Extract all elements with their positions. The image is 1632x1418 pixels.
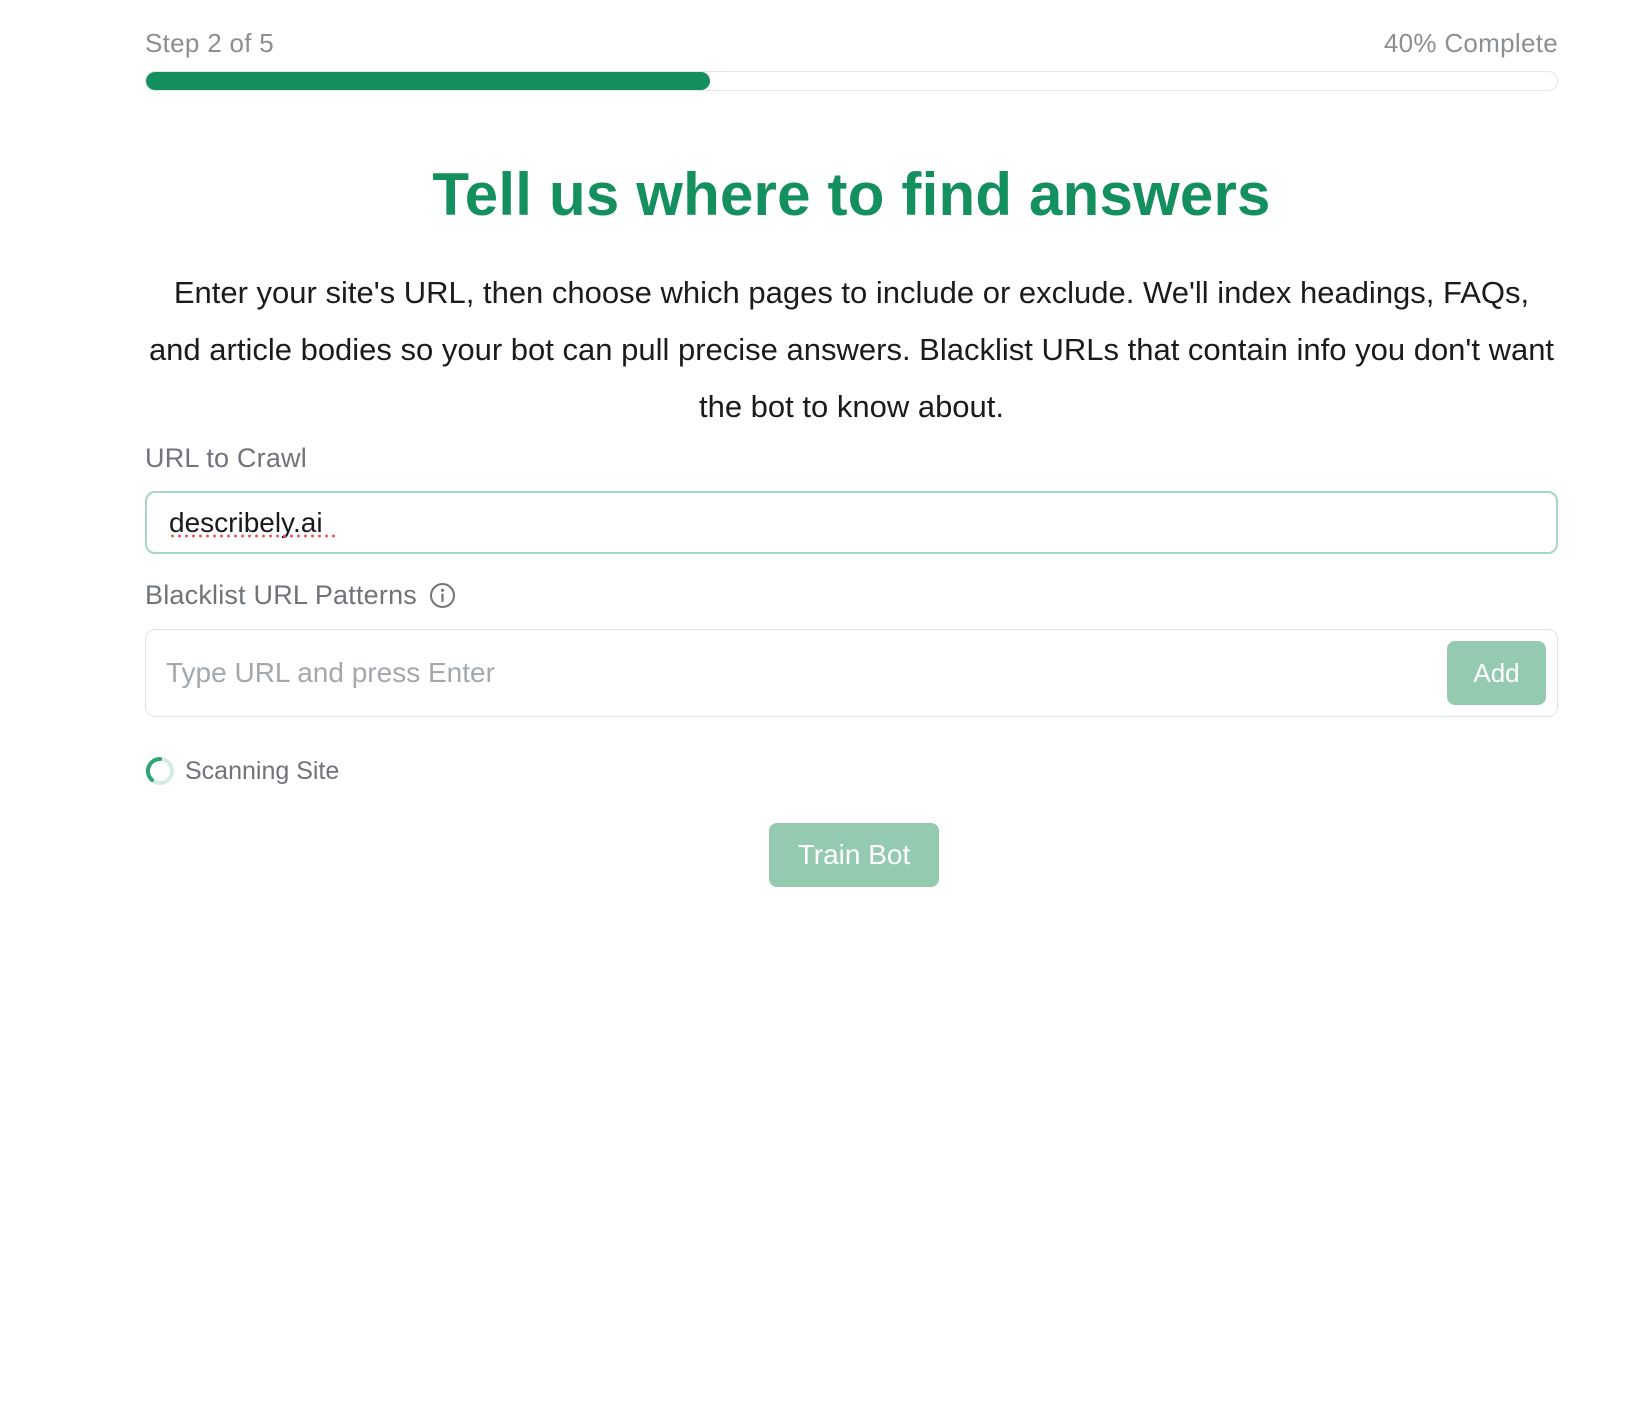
progress-meta: Step 2 of 5 40% Complete [145,28,1558,62]
url-input[interactable] [145,491,1558,554]
add-pattern-button[interactable]: Add [1447,641,1546,705]
scanning-status: Scanning Site [145,754,339,788]
page-title: Tell us where to find answers [432,161,1271,228]
page-description: Enter your site's URL, then choose which… [148,275,1555,424]
blacklist-field-label: Blacklist URL Patterns [145,580,456,611]
spinner-icon [145,756,175,786]
blacklist-input-group: Add [145,629,1558,717]
info-icon[interactable] [429,582,456,609]
blacklist-input[interactable] [166,650,1366,696]
percent-complete: 40% Complete [1383,28,1558,58]
step-indicator: Step 2 of 5 [145,28,275,58]
scanning-text: Scanning Site [185,756,340,785]
train-bot-button[interactable]: Train Bot [769,823,939,887]
progress-bar [145,71,1558,91]
progress-bar-fill [146,72,711,90]
blacklist-label-text: Blacklist URL Patterns [145,580,417,610]
url-field-label: URL to Crawl [145,443,307,473]
